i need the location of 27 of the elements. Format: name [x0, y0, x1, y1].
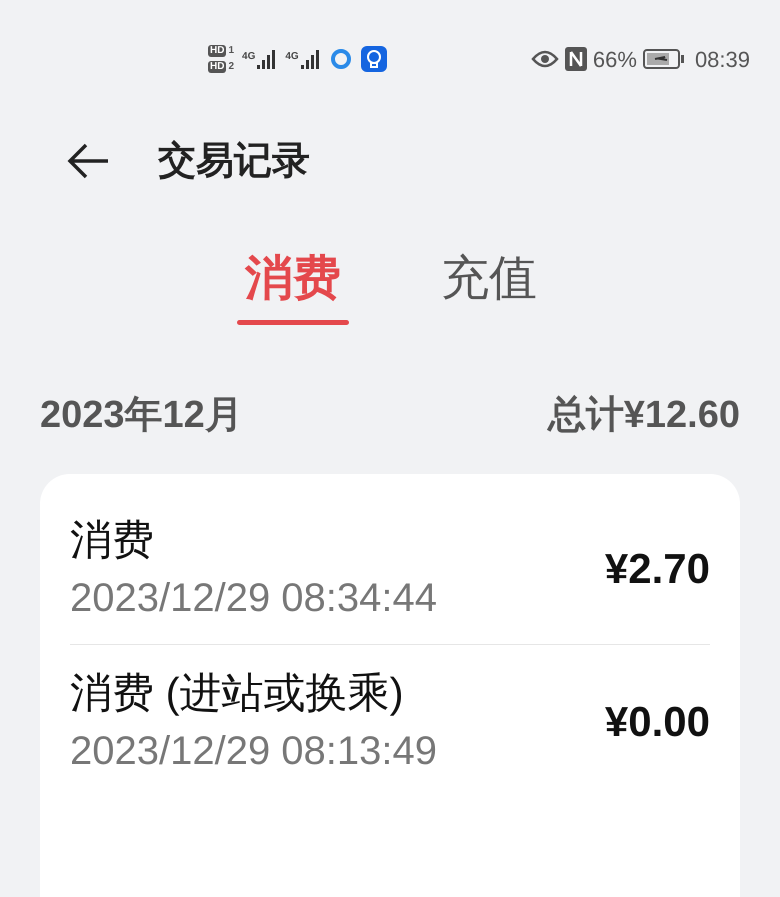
- network-label: 4G: [285, 50, 299, 64]
- network-label: 4G: [242, 50, 256, 64]
- sim-slot-label: 2: [228, 61, 234, 73]
- transaction-amount: ¥2.70: [604, 544, 710, 594]
- monthly-total: 总计¥12.60: [548, 393, 740, 438]
- transaction-time: 2023/12/29 08:13:49: [70, 728, 438, 775]
- tab[interactable]: 充值: [433, 250, 545, 325]
- signal-icon: [300, 49, 321, 69]
- transaction-time: 2023/12/29 08:34:44: [70, 575, 438, 622]
- browser-app-icon: [328, 47, 353, 71]
- battery-percent: 66%: [592, 46, 637, 74]
- hd-badge: HD: [208, 61, 226, 73]
- transaction-amount: ¥0.00: [604, 696, 710, 746]
- transaction-title: 消费: [70, 515, 155, 565]
- battery-charging-icon: [642, 49, 685, 69]
- nfc-icon: [564, 47, 587, 71]
- signal-icon: [257, 49, 278, 69]
- page-title: 交易记录: [158, 138, 310, 184]
- clock: 08:39: [694, 46, 750, 74]
- sim-slot-label: 1: [228, 45, 234, 57]
- hd-badge: HD: [208, 45, 226, 57]
- eye-icon: [530, 49, 559, 69]
- back-arrow-icon: [66, 143, 110, 179]
- tab[interactable]: 消费: [237, 250, 349, 325]
- transaction-title: 消费 (进站或换乘): [70, 668, 405, 718]
- month-label: 2023年12月: [40, 393, 243, 438]
- lightbulb-app-icon: [360, 46, 387, 72]
